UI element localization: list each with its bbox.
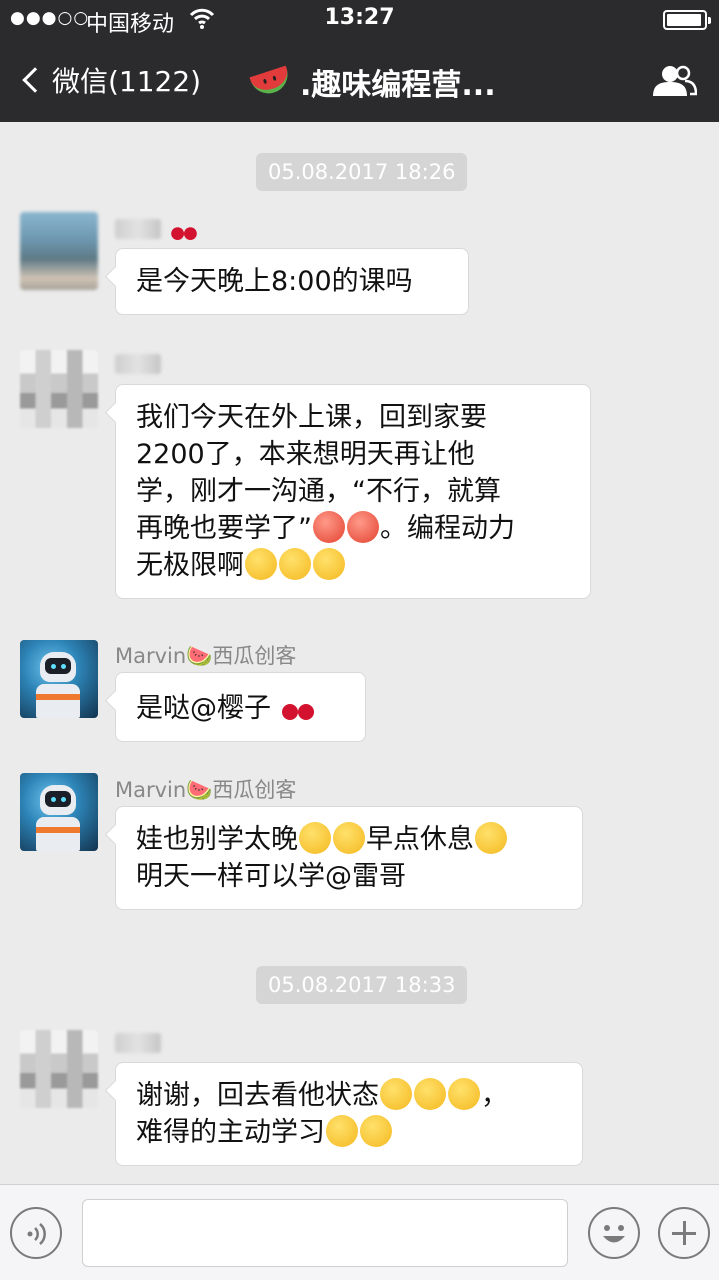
battery-icon [663, 10, 711, 30]
angry-face-icon [313, 511, 345, 543]
message-line: 难得的主动学习 [136, 1117, 325, 1148]
message-bubble[interactable]: 是今天晚上8:00的课吗 [115, 248, 469, 315]
message-line: 谢谢，回去看他状态 [136, 1080, 379, 1111]
chat-title: .趣味编程营... [249, 60, 496, 104]
crying-face-icon [360, 1115, 392, 1147]
back-button[interactable]: 微信(1122) [18, 60, 201, 100]
top-bar: ●●●○○ 中国移动 13:27 微信(1122) .趣味编程营... [0, 0, 719, 122]
thinking-face-icon [414, 1078, 446, 1110]
message-line: 无极限啊 [136, 550, 244, 581]
cherry-icon [170, 214, 199, 243]
chat-timestamp: 05.08.2017 18:33 [256, 966, 468, 1004]
message-line: 2200了，本来想明天再让他 [136, 439, 475, 470]
message-line: 学，刚才一沟通，“不行，就算 [136, 476, 501, 507]
group-members-icon[interactable] [651, 64, 697, 98]
message-text: 是哒@樱子 [136, 693, 280, 724]
chevron-left-icon [22, 67, 48, 93]
avatar[interactable] [20, 350, 98, 428]
sender-name-blurred [115, 219, 161, 239]
crying-face-icon [326, 1115, 358, 1147]
message-line: 我们今天在外上课，回到家要 [136, 402, 487, 433]
message-line: 明天一样可以学@雷哥 [136, 861, 406, 892]
chat-title-text: .趣味编程营... [300, 68, 496, 103]
message-line: 早点休息 [366, 824, 474, 855]
sender-name: Marvin🍉西瓜创客 [115, 778, 297, 802]
message-line: 。编程动力 [380, 513, 515, 544]
clock: 13:27 [324, 5, 395, 30]
voice-icon [27, 1223, 46, 1245]
status-bar: ●●●○○ 中国移动 13:27 [0, 0, 719, 40]
voice-button[interactable] [10, 1207, 62, 1259]
avatar[interactable] [20, 773, 98, 851]
avatar[interactable] [20, 212, 98, 290]
sender-name-blurred [115, 354, 161, 374]
message-bubble[interactable]: 是哒@樱子 [115, 672, 366, 742]
back-label: 微信(1122) [52, 65, 202, 98]
plus-button[interactable] [658, 1207, 710, 1259]
message-input[interactable] [82, 1199, 568, 1267]
emoji-icon [603, 1225, 625, 1243]
thinking-face-icon [333, 822, 365, 854]
message-line: 再晚也要学了” [136, 513, 312, 544]
thinking-face-icon [299, 822, 331, 854]
chat-timestamp: 05.08.2017 18:26 [256, 153, 468, 191]
input-bar [0, 1184, 719, 1280]
message-bubble[interactable]: 我们今天在外上课，回到家要 2200了，本来想明天再让他 学，刚才一沟通，“不行… [115, 384, 591, 599]
avatar[interactable] [20, 640, 98, 718]
message-bubble[interactable]: 谢谢，回去看他状态 ， 难得的主动学习 [115, 1062, 583, 1166]
avatar[interactable] [20, 1030, 98, 1108]
angry-face-icon [347, 511, 379, 543]
message-bubble[interactable]: 娃也别学太晚 早点休息 明天一样可以学@雷哥 [115, 806, 583, 910]
thinking-face-icon [448, 1078, 480, 1110]
message-line: 娃也别学太晚 [136, 824, 298, 855]
thinking-face-icon [380, 1078, 412, 1110]
nav-bar: 微信(1122) .趣味编程营... [0, 40, 719, 122]
watermelon-icon [249, 65, 293, 99]
message-line: ， [481, 1080, 508, 1111]
grin-icon [245, 548, 277, 580]
message-text: 是今天晚上8:00的课吗 [136, 266, 413, 297]
smile-icon [475, 822, 507, 854]
sender-name-blurred [115, 1033, 161, 1053]
grin-icon [313, 548, 345, 580]
emoji-button[interactable] [588, 1207, 640, 1259]
cherry-icon [280, 687, 316, 723]
grin-icon [279, 548, 311, 580]
sender-name: Marvin🍉西瓜创客 [115, 644, 297, 668]
